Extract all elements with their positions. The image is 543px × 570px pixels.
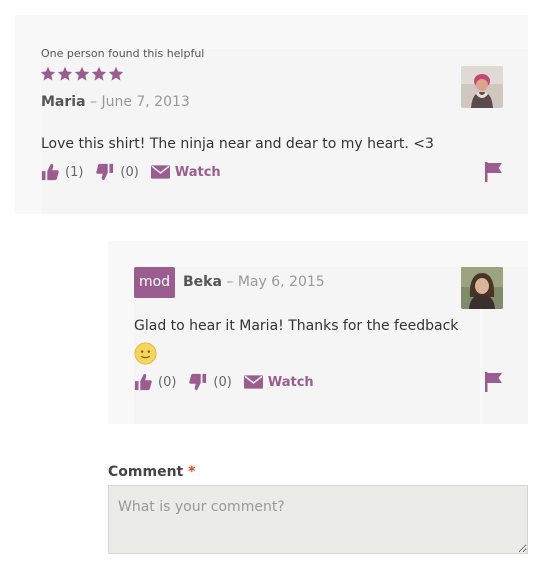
smiley-icon [134,342,157,369]
report-flag-button[interactable] [485,162,503,186]
reply-text: Glad to hear it Maria! Thanks for the fe… [134,318,459,334]
flag-icon [485,162,502,182]
downvote-count: (0) [213,374,232,390]
review-card: One person found this helpful Maria – Ju… [15,15,528,214]
thumbs-down-icon [189,373,207,391]
envelope-icon [243,375,263,389]
mod-badge: mod [134,267,175,298]
review-author-name: Maria [41,94,86,110]
avatar [461,267,503,309]
star-icon [40,66,56,81]
star-icon [74,66,90,81]
comment-label: Comment * [108,464,195,480]
review-date: June 7, 2013 [101,94,190,110]
reply-author-name: Beka [183,274,222,290]
comment-label-text: Comment [108,464,184,480]
review-actions: (1) (0) Watch [41,163,221,181]
helpful-count: One person found this helpful [41,47,205,60]
reply-actions: (0) (0) Watch [134,373,314,391]
watch-label: Watch [267,374,314,390]
downvote-button[interactable]: (0) [96,163,139,181]
watch-button[interactable]: Watch [150,164,221,180]
downvote-count: (0) [120,164,139,180]
star-icon [108,66,124,81]
reply-date: May 6, 2015 [237,274,325,290]
star-rating [40,66,124,82]
flag-icon [485,372,502,392]
watch-button[interactable]: Watch [243,374,314,390]
envelope-icon [150,165,170,179]
thumbs-up-icon [134,373,152,391]
upvote-button[interactable]: (1) [41,163,83,181]
review-author-line: Maria – June 7, 2013 [41,94,190,110]
star-icon [91,66,107,81]
reply-author-line: Beka – May 6, 2015 [183,274,325,290]
report-flag-button[interactable] [485,372,503,396]
review-text: Love this shirt! The ninja near and dear… [41,136,434,152]
thumbs-down-icon [96,163,114,181]
date-separator: – [89,94,97,110]
thumbs-up-icon [41,163,59,181]
watch-label: Watch [174,164,221,180]
upvote-count: (0) [158,374,177,390]
required-marker: * [188,464,196,480]
comment-input[interactable] [108,485,528,554]
avatar [461,66,503,108]
upvote-count: (1) [65,164,84,180]
upvote-button[interactable]: (0) [134,373,176,391]
star-icon [57,66,73,81]
reply-card: mod Beka – May 6, 2015 Glad to hear it M… [108,241,528,424]
date-separator: – [226,274,234,290]
reply-body-panel [134,267,480,424]
downvote-button[interactable]: (0) [189,373,232,391]
